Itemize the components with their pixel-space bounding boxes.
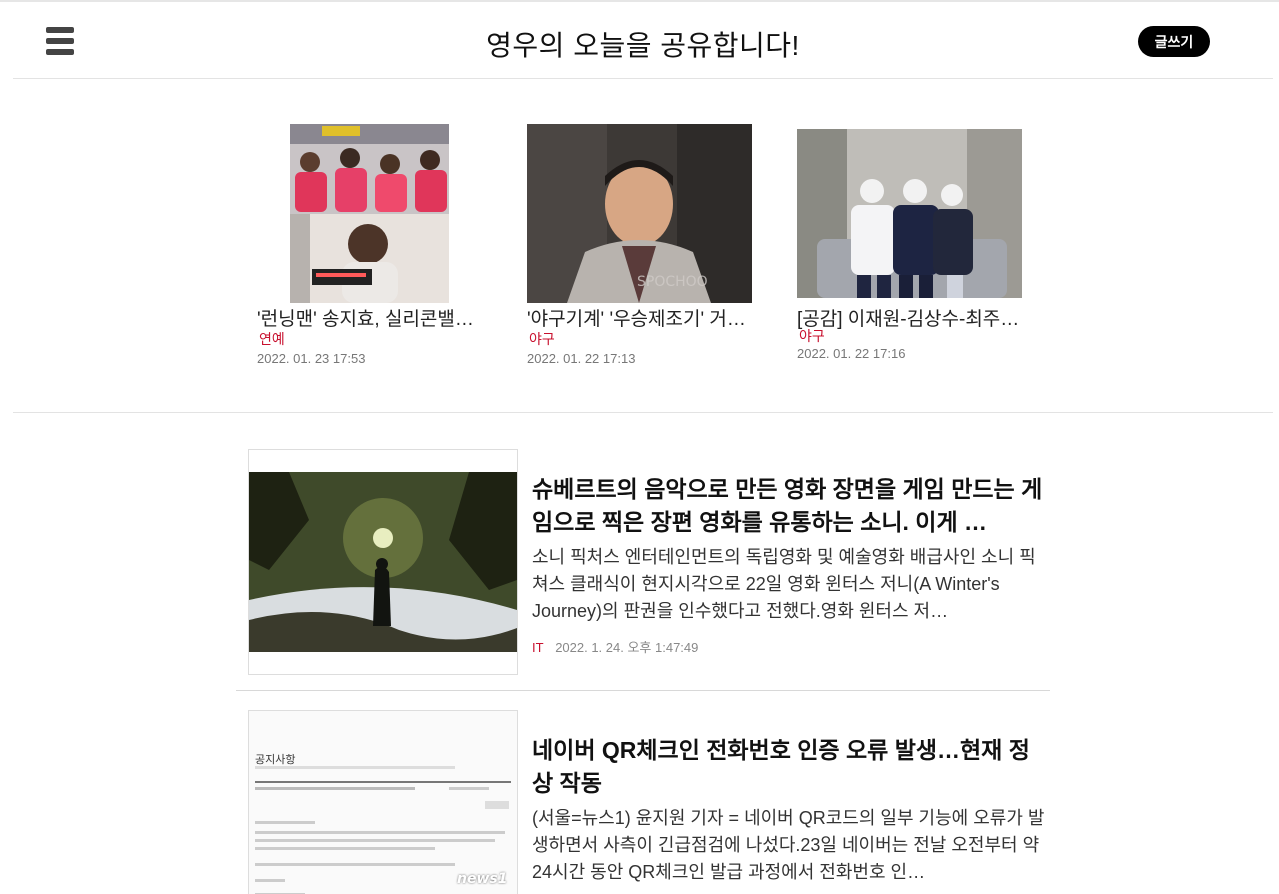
featured-cards: '런닝맨' 송지효, 실리콘밸… 연예 2022. 01. 23 17:53 S… [13, 79, 1273, 413]
featured-card-category[interactable]: 야구 [529, 329, 555, 349]
svg-text:SPOCHOO: SPOCHOO [637, 274, 708, 290]
thumbnail-heading: 공지사항 [255, 753, 296, 766]
featured-card-date: 2022. 01. 22 17:13 [527, 351, 636, 366]
site-header: 영우의 오늘을 공유합니다! 글쓰기 [13, 2, 1273, 79]
article-category[interactable]: IT [532, 640, 544, 655]
article-headline[interactable]: 네이버 QR체크인 전화번호 인증 오류 발생…현재 정상 작동 [532, 734, 1046, 800]
featured-card-title[interactable]: '런닝맨' 송지효, 실리콘밸… [257, 304, 487, 331]
featured-card-image[interactable] [290, 124, 449, 303]
featured-card-date: 2022. 01. 22 17:16 [797, 346, 906, 361]
article-headline[interactable]: 슈베르트의 음악으로 만든 영화 장면을 게임 만드는 게임으로 찍은 장편 영… [532, 473, 1046, 539]
article-date: 2022. 1. 24. 오후 1:47:49 [555, 640, 699, 655]
featured-card-title[interactable]: [공감] 이재원-김상수-최주… [797, 304, 1027, 331]
article-item[interactable]: 슈베르트의 음악으로 만든 영화 장면을 게임 만드는 게임으로 찍은 장편 영… [236, 449, 1050, 675]
featured-card-category[interactable]: 연예 [259, 329, 285, 349]
featured-card-category[interactable]: 야구 [799, 326, 825, 346]
article-item[interactable]: 공지사항 news1 네이버 QR체크인 전화번호 인증 오류 발생…현재 정상… [236, 710, 1050, 894]
featured-card[interactable]: '런닝맨' 송지효, 실리콘밸… 연예 2022. 01. 23 17:53 [257, 124, 497, 366]
featured-card[interactable]: SPOCHOO '야구기계' '우승제조기' 거… 야구 2022. 01. 2… [527, 124, 767, 366]
featured-card-title[interactable]: '야구기계' '우승제조기' 거… [527, 304, 757, 331]
news1-watermark: news1 [457, 871, 508, 887]
site-title: 영우의 오늘을 공유합니다! [486, 30, 800, 61]
article-thumbnail[interactable]: 공지사항 news1 [248, 710, 518, 894]
article-meta: IT 2022. 1. 24. 오후 1:47:49 [532, 637, 698, 656]
article-summary: (서울=뉴스1) 윤지원 기자 = 네이버 QR코드의 일부 기능에 오류가 발… [532, 808, 1045, 882]
article-summary: 소니 픽처스 엔터테인먼트의 독립영화 및 예술영화 배급사인 소니 픽쳐스 클… [532, 547, 1036, 621]
featured-card-image[interactable]: SPOCHOO [527, 124, 752, 303]
featured-card-image[interactable] [797, 129, 1022, 298]
page: 영우의 오늘을 공유합니다! 글쓰기 '런닝맨' 송지효, 실리콘밸… 연예 2… [0, 0, 1279, 894]
featured-card-date: 2022. 01. 23 17:53 [257, 351, 366, 366]
article-divider [236, 690, 1050, 691]
article-thumbnail[interactable] [248, 449, 518, 675]
write-post-button[interactable]: 글쓰기 [1138, 26, 1210, 57]
featured-card[interactable]: [공감] 이재원-김상수-최주… 야구 2022. 01. 22 17:16 [797, 129, 1037, 364]
